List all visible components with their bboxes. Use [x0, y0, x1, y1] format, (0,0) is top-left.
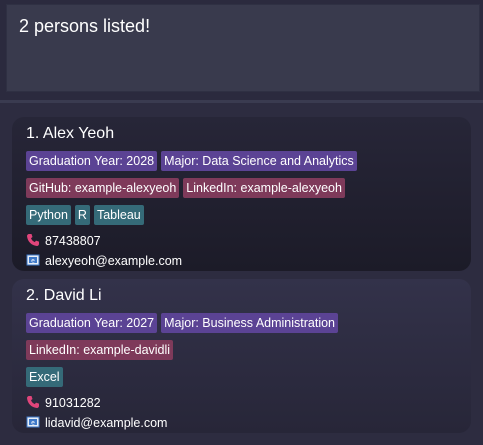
result-display: 2 persons listed!	[6, 4, 480, 92]
phone-row: 91031282	[26, 394, 457, 412]
email-row: e lidavid@example.com	[26, 414, 457, 432]
result-message: 2 persons listed!	[19, 16, 151, 36]
phone-number: 91031282	[45, 396, 101, 410]
skill-tags-row: Excel	[26, 367, 457, 387]
major-tag: Major: Data Science and Analytics	[161, 151, 357, 171]
svg-text:e: e	[31, 257, 35, 264]
info-tags-row: Graduation Year: 2028 Major: Data Science…	[26, 151, 457, 171]
skill-tag: Excel	[26, 367, 63, 387]
skill-tag: Python	[26, 205, 71, 225]
link-tags-row: GitHub: example-alexyeoh LinkedIn: exampl…	[26, 178, 457, 198]
linkedin-tag: LinkedIn: example-davidli	[26, 340, 174, 360]
person-name: 1. Alex Yeoh	[26, 125, 115, 142]
phone-icon	[26, 395, 40, 409]
email-address: alexyeoh@example.com	[45, 254, 183, 268]
major-tag: Major: Business Administration	[161, 313, 339, 333]
person-name: 2. David Li	[26, 287, 102, 304]
person-card[interactable]: 1. Alex Yeoh Graduation Year: 2028 Major:…	[12, 117, 471, 271]
info-tags-row: Graduation Year: 2027 Major: Business Adm…	[26, 313, 457, 333]
svg-text:e: e	[31, 419, 35, 426]
email-row: e alexyeoh@example.com	[26, 252, 457, 270]
phone-icon	[26, 233, 40, 247]
person-card[interactable]: 2. David Li Graduation Year: 2027 Major: …	[12, 279, 471, 433]
email-icon: e	[26, 415, 40, 429]
skill-tag: Tableau	[93, 205, 144, 225]
link-tags-row: LinkedIn: example-davidli	[26, 340, 457, 360]
phone-row: 87438807	[26, 232, 457, 250]
email-address: lidavid@example.com	[45, 416, 168, 430]
skill-tag: R	[74, 205, 90, 225]
phone-number: 87438807	[45, 234, 101, 248]
graduation-year-tag: Graduation Year: 2027	[26, 313, 158, 333]
github-tag: GitHub: example-alexyeoh	[26, 178, 180, 198]
email-icon: e	[26, 253, 40, 267]
graduation-year-tag: Graduation Year: 2028	[26, 151, 158, 171]
skill-tags-row: Python R Tableau	[26, 205, 457, 225]
linkedin-tag: LinkedIn: example-alexyeoh	[183, 178, 345, 198]
